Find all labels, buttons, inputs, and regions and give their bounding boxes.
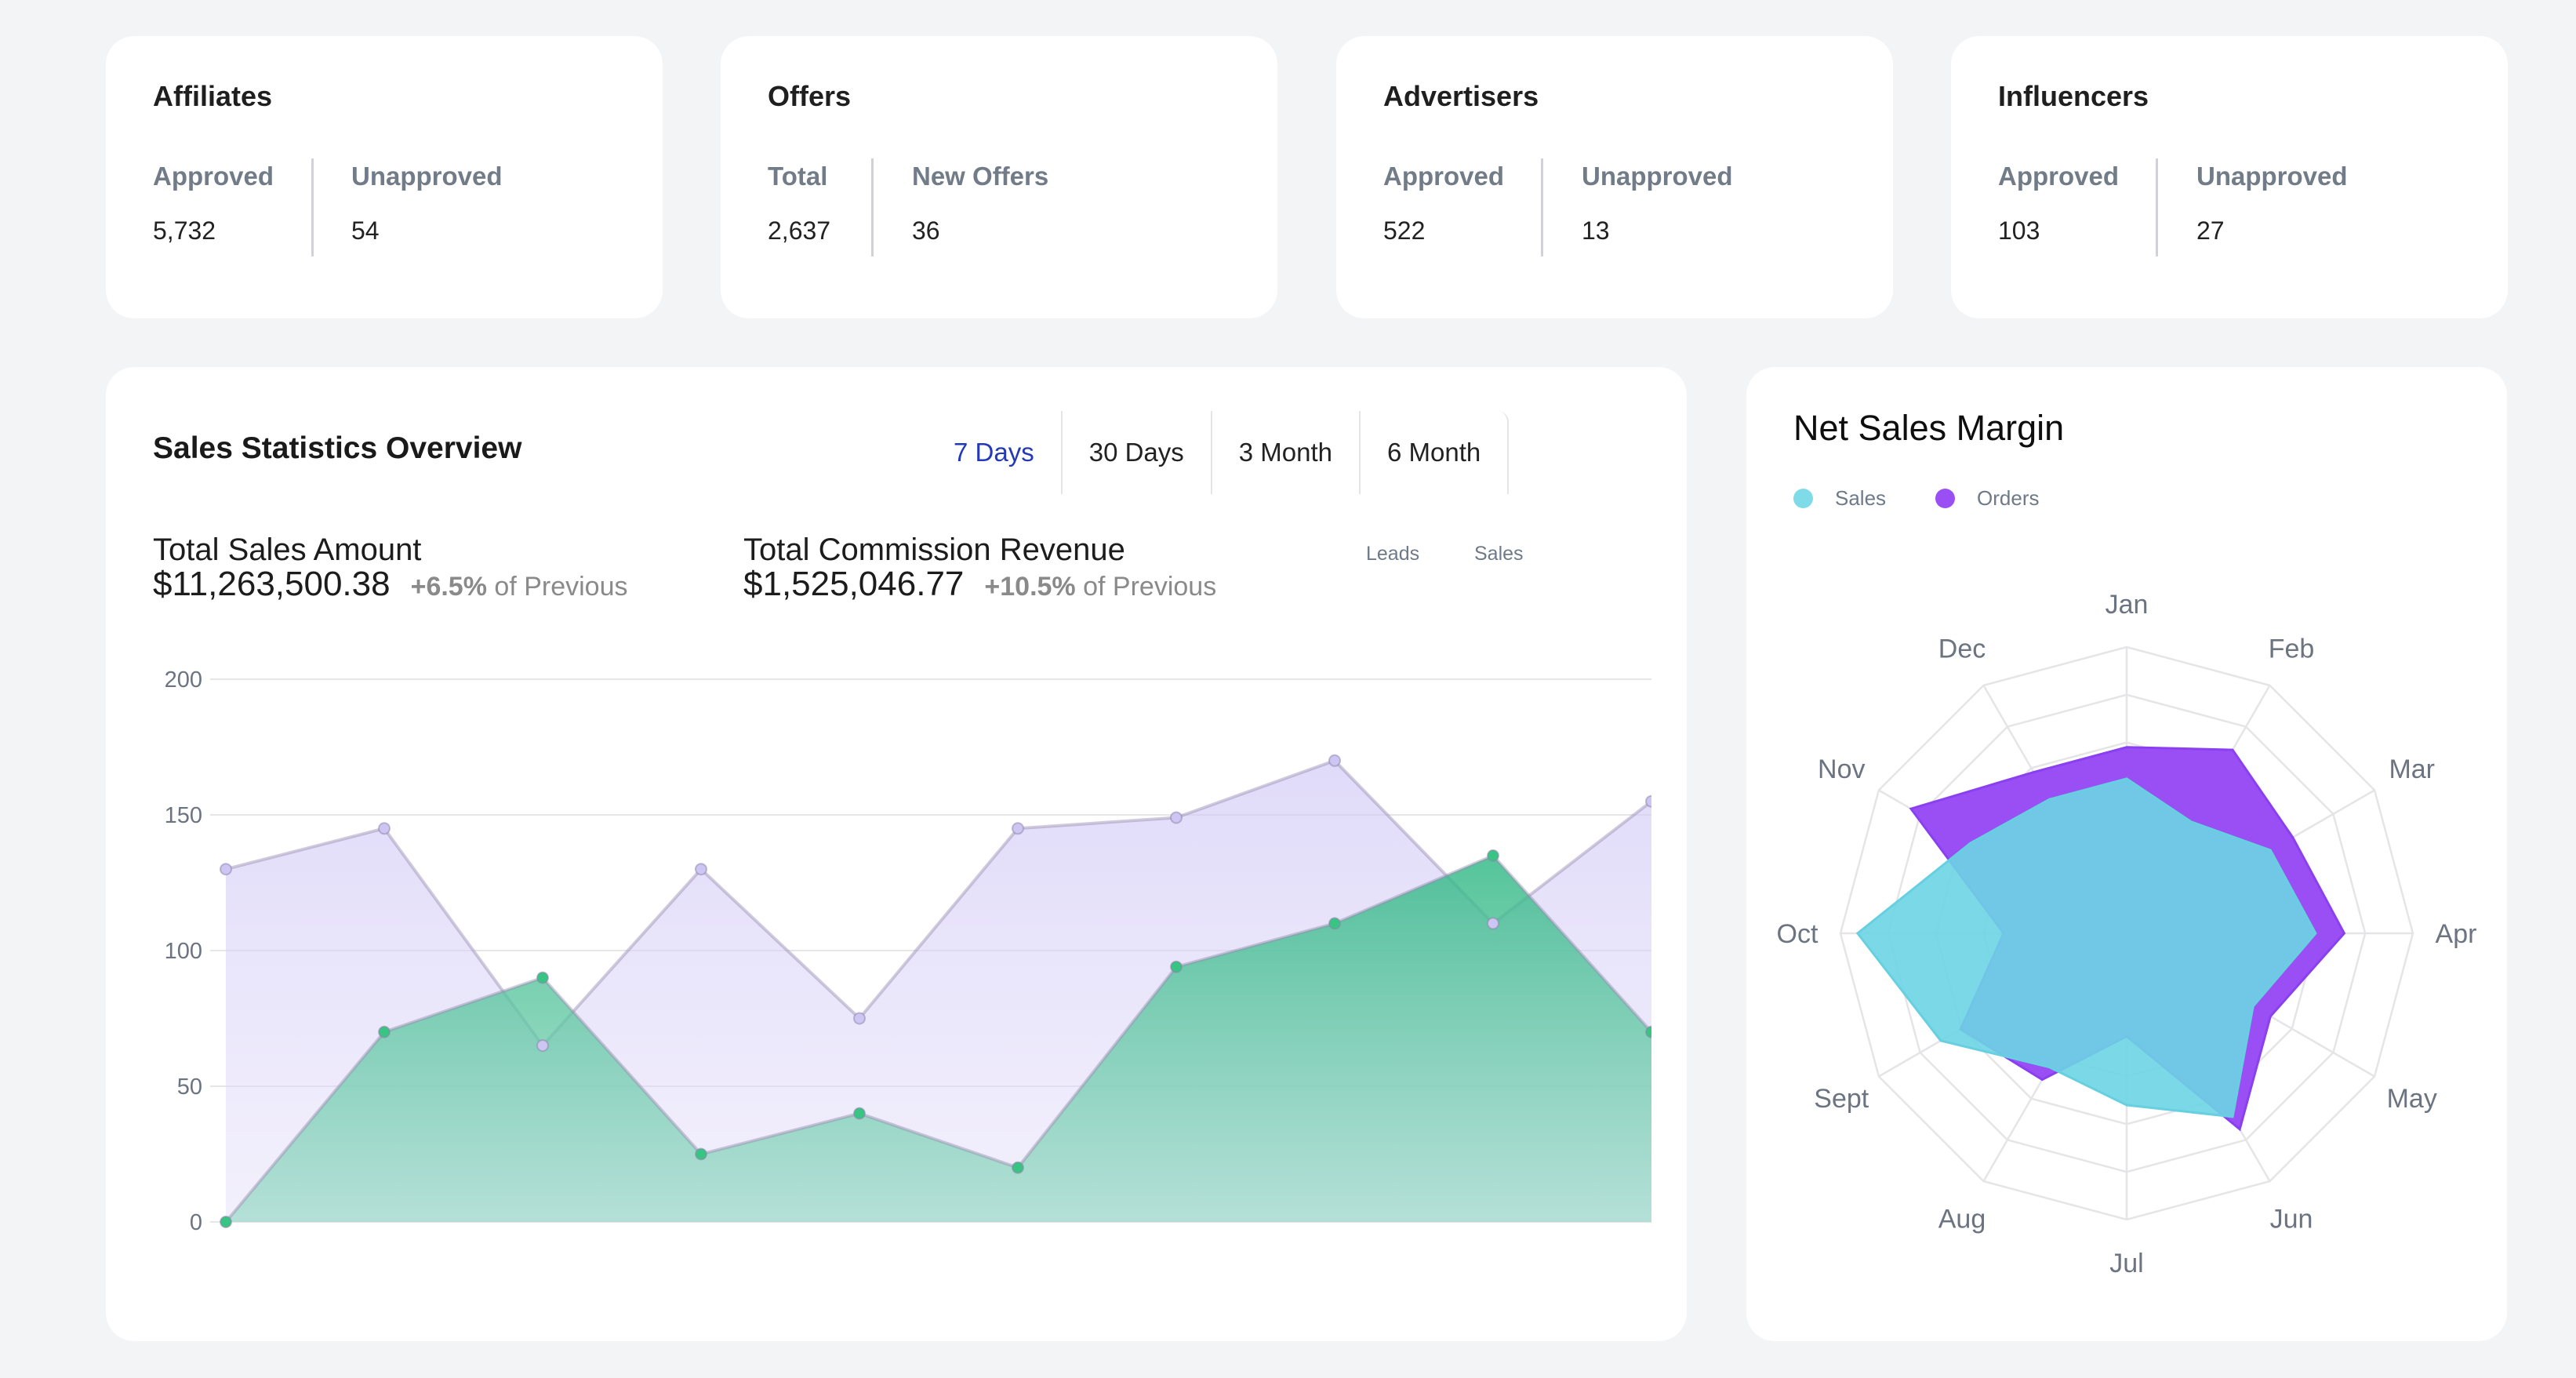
point-leads (1328, 754, 1341, 767)
divider (2156, 158, 2158, 256)
radar-axis-label: Aug (1938, 1205, 1986, 1234)
radar-axis-label: Dec (1938, 634, 1986, 664)
point-sales (1487, 849, 1499, 862)
stat-col: Approved 522 (1383, 162, 1504, 245)
point-sales (1645, 1025, 1651, 1038)
radar-axis-label: Jan (2105, 590, 2149, 620)
stat-col: Unapproved 54 (351, 162, 503, 245)
point-leads (853, 1012, 866, 1025)
stat-col: Total 2,637 (768, 162, 830, 245)
point-leads (536, 1039, 549, 1053)
point-sales (1012, 1161, 1024, 1174)
metric-delta: +6.5% of Previous (411, 569, 628, 605)
toggle-leads[interactable]: Leads (1366, 543, 1419, 565)
stat-label: Approved (153, 162, 274, 191)
stat-label: Unapproved (2196, 162, 2348, 191)
radar-axis-label: Jul (2109, 1249, 2143, 1278)
stat-label: Unapproved (1582, 162, 1733, 191)
stat-col: Approved 5,732 (153, 162, 274, 245)
metric-delta: +10.5% of Previous (984, 569, 1216, 605)
tab-7-days[interactable]: 7 Days (927, 411, 1061, 494)
point-leads (695, 863, 707, 876)
stat-label: Total (768, 162, 828, 191)
point-sales (853, 1107, 866, 1120)
stat-card-affiliates: Affiliates Approved 5,732 Unapproved 54 (106, 36, 663, 318)
delta-suffix: of Previous (494, 572, 628, 602)
stat-col: Approved 103 (1998, 162, 2119, 245)
delta-suffix: of Previous (1083, 572, 1217, 602)
stat-card-title: Influencers (1998, 80, 2149, 112)
point-sales (536, 971, 549, 984)
stat-col: Unapproved 27 (2196, 162, 2348, 245)
stat-value: 5,732 (153, 216, 216, 245)
point-leads (378, 822, 391, 835)
point-leads (1487, 917, 1499, 930)
metric-label: Total Sales Amount (153, 533, 422, 567)
stat-label: Approved (1998, 162, 2120, 191)
stat-value: 54 (351, 216, 380, 245)
tab-30-days[interactable]: 30 Days (1060, 411, 1211, 494)
time-range-tabs: 7 Days 30 Days 3 Month 6 Month (927, 411, 1510, 494)
divider (311, 158, 314, 256)
point-sales (695, 1147, 707, 1161)
toggle-sales[interactable]: Sales (1474, 543, 1524, 565)
stat-card-influencers: Influencers Approved 103 Unapproved 27 (1951, 36, 2508, 318)
y-tick-label: 0 (190, 1210, 202, 1235)
tab-6-month[interactable]: 6 Month (1359, 411, 1507, 494)
y-tick-label: 50 (177, 1074, 202, 1100)
section-title: Sales Statistics Overview (153, 431, 522, 465)
stat-col: New Offers 36 (912, 162, 1048, 245)
point-leads (1645, 794, 1651, 808)
stat-card-title: Offers (768, 80, 852, 112)
stat-value: 27 (2196, 216, 2225, 245)
net-sales-margin-card: Net Sales Margin Sales Orders Jan Feb Mar A… (1746, 367, 2507, 1341)
stat-card-advertisers: Advertisers Approved 522 Unapproved 13 (1336, 36, 1893, 318)
stat-card-title: Advertisers (1383, 80, 1539, 112)
radar-axis-label: Apr (2436, 919, 2477, 949)
radar-axis-label: Feb (2269, 634, 2315, 664)
radar-axis-label: Mar (2389, 754, 2435, 784)
point-sales (1170, 960, 1183, 973)
stat-value: 522 (1383, 216, 1426, 245)
stat-card-title: Affiliates (153, 80, 273, 112)
stat-card-offers: Offers Total 2,637 New Offers 36 (721, 36, 1277, 318)
metric-commission-revenue: Total Commission Revenue $1,525,046.77 +… (743, 533, 1216, 605)
stat-value: 13 (1582, 216, 1610, 245)
metric-value: $11,263,500.38 (153, 565, 391, 603)
radar-chart: Jan Feb Mar Apr May Jun Jul Aug Sept Oct Nov Dec (1777, 590, 2477, 1278)
radar-axis-label: Sept (1814, 1084, 1869, 1114)
divider (1541, 158, 1543, 256)
area-chart: 0 50 100 150 200 (165, 667, 1651, 1235)
radar-axis-label: May (2387, 1084, 2437, 1114)
point-sales (1328, 917, 1341, 930)
y-tick-label: 100 (165, 939, 202, 964)
y-tick-label: 200 (165, 667, 202, 693)
stat-value: 2,637 (768, 216, 831, 245)
point-leads (1012, 822, 1024, 835)
delta-percent: +10.5% (984, 572, 1076, 602)
radar-axis-label: Jun (2270, 1205, 2313, 1234)
delta-percent: +6.5% (410, 572, 487, 602)
radar-axis-label: Oct (1777, 919, 1818, 949)
divider (871, 158, 874, 256)
stat-col: Unapproved 13 (1582, 162, 1733, 245)
stat-label: New Offers (912, 162, 1049, 191)
tab-3-month[interactable]: 3 Month (1210, 411, 1359, 494)
plot-area (220, 754, 1651, 1228)
stat-value: 103 (1998, 216, 2040, 245)
point-leads (1170, 811, 1183, 824)
metric-value: $1,525,046.77 (743, 565, 965, 603)
stat-label: Unapproved (351, 162, 503, 191)
metric-label: Total Commission Revenue (743, 533, 1125, 567)
sales-overview-card: 0 50 100 150 200 Sales Statistics Overview 7… (106, 367, 1687, 1341)
point-leads (220, 863, 232, 876)
stat-label: Approved (1383, 162, 1505, 191)
stat-value: 36 (912, 216, 940, 245)
radar-axis-label: Nov (1818, 754, 1865, 784)
point-sales (220, 1216, 232, 1228)
metric-total-sales: Total Sales Amount $11,263,500.38 +6.5% … (153, 533, 628, 605)
y-tick-label: 150 (165, 803, 202, 828)
point-sales (378, 1025, 391, 1038)
